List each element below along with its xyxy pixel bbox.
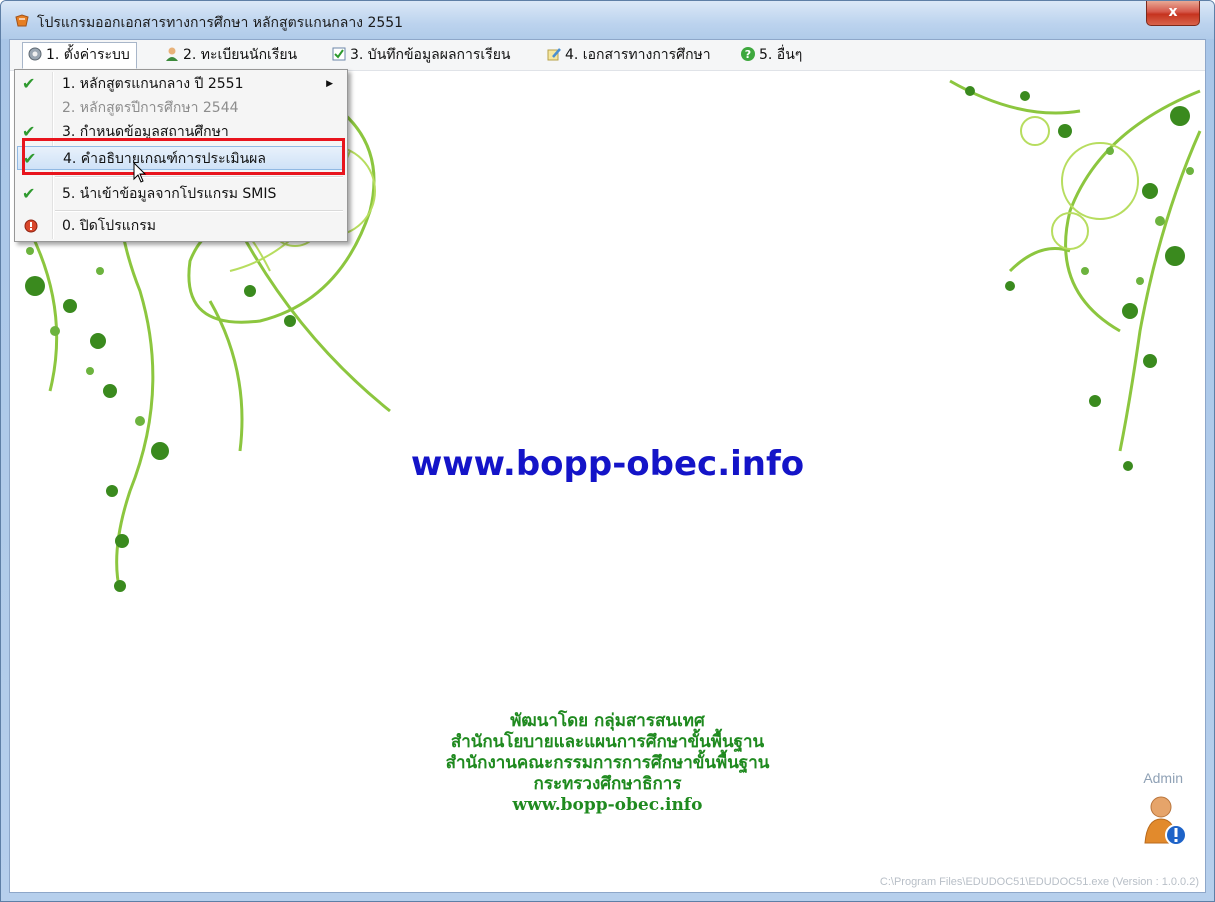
menu-record-results-label: 3. บันทึกข้อมูลผลการเรียน bbox=[350, 47, 511, 63]
menu-record-results[interactable]: 3. บันทึกข้อมูลผลการเรียน bbox=[327, 43, 516, 67]
menu-separator bbox=[55, 176, 343, 178]
menu-separator bbox=[55, 210, 343, 212]
menu-educational-documents[interactable]: 4. เอกสารทางการศึกษา bbox=[542, 43, 717, 67]
menu-item-label: 5. นำเข้าข้อมูลจากโปรแกรม SMIS bbox=[62, 186, 277, 202]
menu-others-label: 5. อื่นๆ bbox=[759, 47, 803, 63]
menu-student-registry-label: 2. ทะเบียนนักเรียน bbox=[183, 47, 298, 63]
user-warning-icon[interactable] bbox=[1143, 793, 1187, 847]
title-bar[interactable]: โปรแกรมออกเอกสารทางการศึกษา หลักสูตรแกนก… bbox=[1, 1, 1214, 39]
app-icon bbox=[15, 14, 29, 27]
exit-icon bbox=[24, 219, 38, 233]
credits-url: www.bopp-obec.info bbox=[512, 795, 703, 815]
user-label: Admin bbox=[1143, 770, 1183, 786]
menu-item-label: 1. หลักสูตรแกนกลาง ปี 2551 bbox=[62, 76, 244, 92]
website-banner: www.bopp-obec.info bbox=[410, 444, 805, 484]
menu-bar: 1. ตั้งค่าระบบ 2. ทะเบียนนักเรียน 3. บัน… bbox=[10, 40, 1205, 71]
checkbox-icon bbox=[332, 47, 346, 61]
menu-settings-label: 1. ตั้งค่าระบบ bbox=[46, 47, 130, 63]
menu-item-exit[interactable]: 0. ปิดโปรแกรม bbox=[15, 214, 347, 238]
highlight-annotation-box bbox=[22, 138, 345, 175]
svg-text:?: ? bbox=[745, 48, 751, 61]
submenu-arrow-icon: ▶ bbox=[326, 79, 333, 89]
menu-item-curriculum-2544: 2. หลักสูตรปีการศึกษา 2544 bbox=[15, 96, 347, 120]
credits-line: สำนักงานคณะกรรมการการศึกษาขั้นพื้นฐาน bbox=[445, 753, 770, 773]
close-button[interactable]: x bbox=[1146, 1, 1200, 26]
document-pen-icon bbox=[547, 48, 561, 61]
mouse-cursor-icon bbox=[133, 162, 147, 183]
menu-others[interactable]: ? 5. อื่นๆ bbox=[736, 43, 808, 67]
help-icon: ? bbox=[741, 47, 755, 61]
menu-settings[interactable]: 1. ตั้งค่าระบบ bbox=[22, 42, 137, 69]
menu-educational-documents-label: 4. เอกสารทางการศึกษา bbox=[565, 47, 711, 63]
window-title: โปรแกรมออกเอกสารทางการศึกษา หลักสูตรแกนก… bbox=[37, 15, 404, 31]
menu-item-curriculum-2551[interactable]: ✔ 1. หลักสูตรแกนกลาง ปี 2551 ▶ bbox=[15, 72, 347, 96]
credits-block: พัฒนาโดย กลุ่มสารสนเทศ สำนักนโยบายและแผน… bbox=[10, 711, 1205, 816]
menu-item-import-smis[interactable]: ✔ 5. นำเข้าข้อมูลจากโปรแกรม SMIS bbox=[15, 182, 347, 206]
credits-line: กระทรวงศึกษาธิการ bbox=[533, 774, 682, 794]
menu-item-label: 2. หลักสูตรปีการศึกษา 2544 bbox=[62, 100, 239, 116]
menu-student-registry[interactable]: 2. ทะเบียนนักเรียน bbox=[160, 43, 303, 67]
check-icon: ✔ bbox=[22, 184, 36, 203]
menu-item-label: 0. ปิดโปรแกรม bbox=[62, 218, 156, 234]
credits-line: สำนักนโยบายและแผนการศึกษาขั้นพื้นฐาน bbox=[450, 732, 765, 752]
check-icon: ✔ bbox=[22, 74, 36, 93]
student-icon bbox=[166, 47, 178, 61]
exe-path: C:\Program Files\EDUDOC51\EDUDOC51.exe (… bbox=[879, 876, 1199, 888]
gear-icon bbox=[28, 47, 42, 61]
credits-line: พัฒนาโดย กลุ่มสารสนเทศ bbox=[510, 711, 705, 731]
